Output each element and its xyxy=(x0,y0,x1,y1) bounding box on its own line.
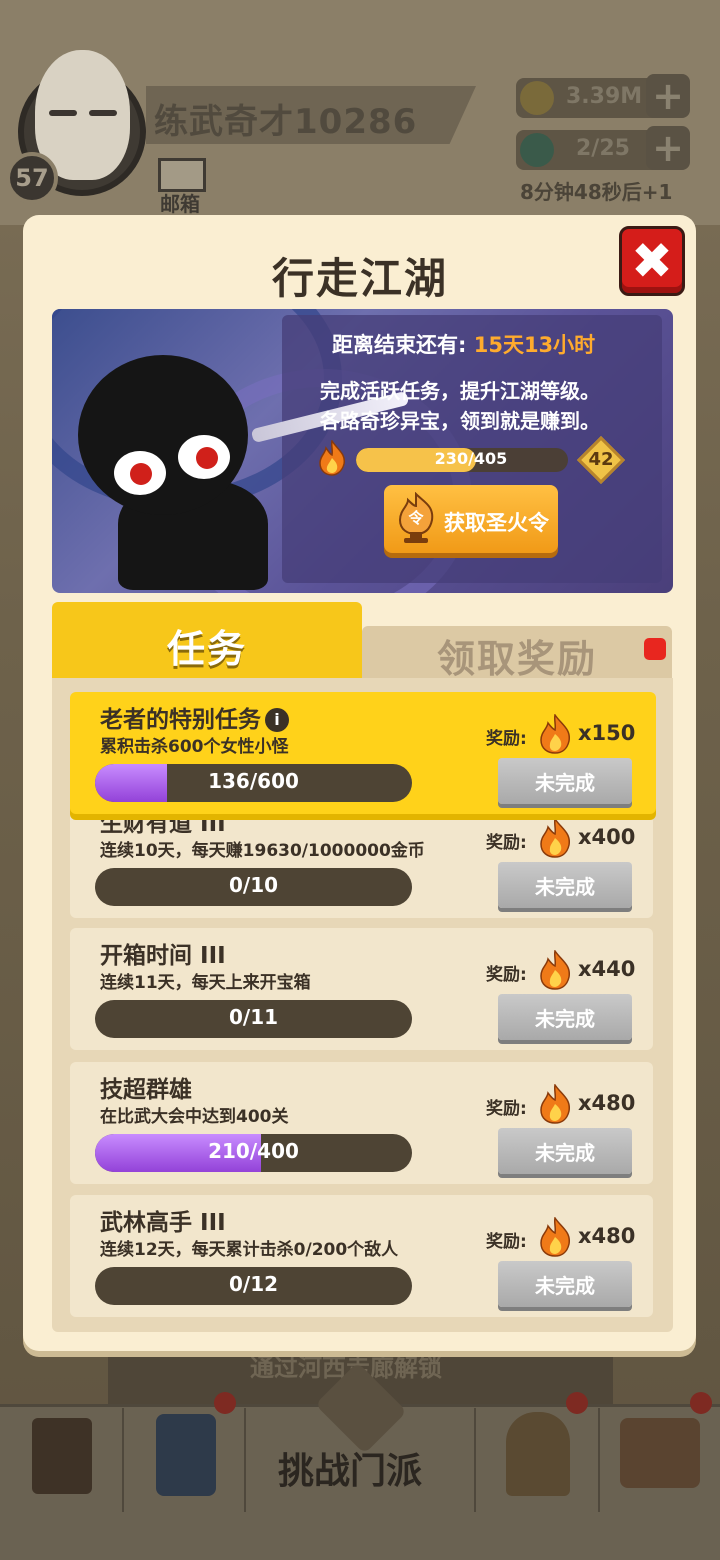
event-level: 42 xyxy=(588,449,614,470)
close-button[interactable]: ✖ xyxy=(619,226,685,296)
gold-value: 3.39M xyxy=(566,84,643,109)
task-description: 连续12天，每天累计击杀0/200个敌人 xyxy=(100,1240,399,1260)
get-holy-fire-label: 获取圣火令 xyxy=(444,511,549,535)
countdown-value: 15天13小时 xyxy=(473,333,596,357)
nav-notify-dot xyxy=(214,1392,236,1414)
flame-icon xyxy=(540,1084,571,1124)
tab-rewards-label: 领取奖励 xyxy=(436,637,597,681)
task-progress-text: 0/11 xyxy=(228,1005,279,1029)
nav-armor[interactable] xyxy=(476,1408,600,1512)
task-title: 开箱时间 III xyxy=(100,943,226,969)
task-status-button[interactable]: 未完成 xyxy=(498,1128,632,1174)
cultivate-book-icon xyxy=(156,1414,216,1496)
flame-icon xyxy=(540,714,571,754)
task-title: 老者的特别任务 i xyxy=(100,700,289,734)
task-description: 连续10天，每天赚19630/1000000金币 xyxy=(100,841,425,861)
add-gold-button[interactable]: + xyxy=(646,74,690,118)
tab-tasks-label: 任务 xyxy=(166,627,247,671)
armor-icon xyxy=(506,1412,570,1496)
countdown-label: 距离结束还有: xyxy=(332,333,467,357)
reward-label: 奖励: xyxy=(486,833,527,853)
collect-house-icon xyxy=(620,1418,700,1488)
ninja-character-icon xyxy=(78,355,248,515)
tab-rewards-notify-dot xyxy=(644,638,666,660)
nav-notify-dot xyxy=(690,1392,712,1414)
task-progress-text: 0/12 xyxy=(228,1272,279,1296)
flame-icon xyxy=(540,1217,571,1257)
task-progress-text: 136/600 xyxy=(208,769,299,793)
nav-collect[interactable] xyxy=(600,1408,720,1512)
task-row[interactable]: 开箱时间 III 连续11天，每天上来开宝箱 0/11 奖励: x440 未完成 xyxy=(70,928,653,1050)
reward-count: x150 xyxy=(578,721,636,745)
task-status-button[interactable]: 未完成 xyxy=(498,758,632,804)
task-row[interactable]: 老者的特别任务 i 累积击杀600个女性小怪 136/600 奖励: x150 未完成 xyxy=(70,692,656,814)
flame-icon xyxy=(540,950,571,990)
task-description: 在比武大会中达到400关 xyxy=(100,1107,289,1127)
energy-orb-icon xyxy=(520,133,554,167)
task-row[interactable]: 技超群雄在比武大会中达到400关 210/400 奖励: x480 未完成 xyxy=(70,1062,653,1184)
reward-label: 奖励: xyxy=(486,965,527,985)
task-status-button[interactable]: 未完成 xyxy=(498,862,632,908)
flame-icon xyxy=(540,818,571,858)
task-description: 累积击杀600个女性小怪 xyxy=(100,737,289,757)
task-title: 技超群雄 xyxy=(100,1077,192,1103)
reward-label: 奖励: xyxy=(486,1099,527,1119)
svg-text:令: 令 xyxy=(408,509,424,527)
banner-desc-line-2: 各路奇珍异宝，领到就是赚到。 xyxy=(320,409,600,433)
banner-desc-line-1: 完成活跃任务，提升江湖等级。 xyxy=(320,379,600,403)
energy-timer: 8分钟48秒后+1 xyxy=(520,180,673,204)
task-description: 连续11天，每天上来开宝箱 xyxy=(100,973,311,993)
add-energy-button[interactable]: + xyxy=(646,126,690,170)
task-progress-text: 210/400 xyxy=(208,1139,299,1163)
gold-coin-icon xyxy=(520,81,554,115)
challenge-sect-label: 挑战门派 xyxy=(278,1451,423,1492)
countdown: 距离结束还有: 15天13小时 xyxy=(332,329,595,359)
energy-value: 2/25 xyxy=(576,136,630,161)
reward-count: x480 xyxy=(578,1224,636,1248)
player-level-badge: 57 xyxy=(6,152,58,204)
reward-label: 奖励: xyxy=(486,729,527,749)
nav-notify-dot xyxy=(566,1392,588,1414)
task-row[interactable]: 生财有道 III 连续10天，每天赚19630/1000000金币 0/10 奖励: x… xyxy=(70,796,653,918)
xp-progress-text: 230/405 xyxy=(434,449,508,468)
task-scroll-icon xyxy=(32,1418,92,1494)
fire-token-icon: 令 xyxy=(398,492,434,543)
task-status-button[interactable]: 未完成 xyxy=(498,1261,632,1307)
info-icon[interactable]: i xyxy=(265,708,289,732)
task-progress-text: 0/10 xyxy=(228,873,279,897)
modal-title: 行走江湖 xyxy=(271,254,448,303)
reward-count: x480 xyxy=(578,1091,636,1115)
task-status-button[interactable]: 未完成 xyxy=(498,994,632,1040)
nav-cultivate[interactable] xyxy=(124,1408,246,1512)
player-name: 练武奇才10286 xyxy=(154,102,418,142)
nav-task[interactable] xyxy=(0,1408,124,1512)
mail-label: 邮箱 xyxy=(160,192,200,216)
flame-icon xyxy=(319,440,346,476)
reward-count: x400 xyxy=(578,825,636,849)
reward-count: x440 xyxy=(578,957,636,981)
task-row[interactable]: 武林高手 III 连续12天，每天累计击杀0/200个敌人 0/12 奖励: x480 未… xyxy=(70,1195,653,1317)
task-title: 武林高手 III xyxy=(100,1210,226,1236)
mail-icon[interactable] xyxy=(158,158,206,192)
reward-label: 奖励: xyxy=(486,1232,527,1252)
